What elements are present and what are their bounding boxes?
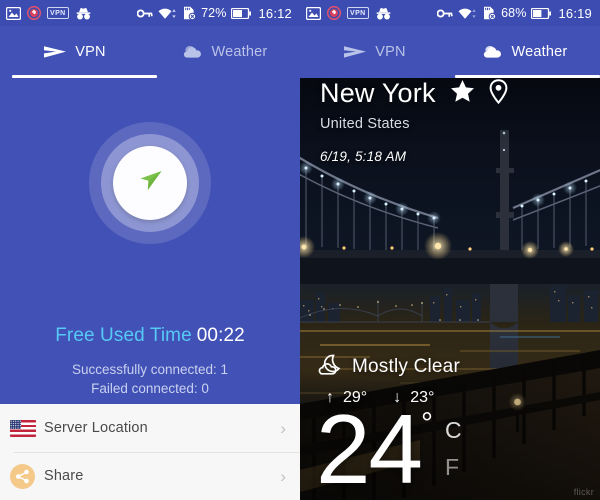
weather-summary: Mostly Clear ↑ 29° ↓ 23° 24 ° C F	[316, 354, 462, 500]
dial-ring-inner	[113, 146, 187, 220]
status-bar-left-icons: VPN	[6, 6, 92, 20]
vpn-badge-icon: VPN	[347, 6, 369, 20]
unit-toggle[interactable]: C F	[445, 418, 462, 479]
tab-bar-left: VPN Weather	[0, 26, 300, 78]
city-name-label: New York	[320, 78, 436, 108]
photo-icon	[306, 6, 321, 20]
us-flag-icon	[10, 419, 44, 437]
send-icon	[344, 44, 367, 60]
battery-percent-label: 68%	[501, 6, 527, 20]
photo-watermark: flickr	[573, 487, 594, 497]
current-temperature-value: 24	[316, 393, 423, 500]
map-pin-icon[interactable]	[489, 78, 508, 109]
tab-vpn[interactable]: VPN	[0, 26, 150, 78]
clock-label: 16:19	[558, 5, 592, 21]
menu-item-share-label: Share	[44, 468, 84, 484]
free-used-time: Free Used Time 00:22	[0, 325, 300, 347]
sdcard-error-icon	[482, 6, 497, 20]
country-label: United States	[320, 116, 410, 132]
incognito-icon	[375, 7, 392, 20]
weather-location-header: New York United States 6/19, 5:18 AM	[320, 78, 508, 164]
clock-label: 16:12	[258, 5, 292, 21]
unit-fahrenheit-option[interactable]: F	[445, 455, 462, 479]
share-icon	[10, 463, 44, 489]
battery-icon	[231, 7, 252, 19]
key-icon	[137, 8, 153, 19]
moon-cloud-icon	[316, 354, 343, 381]
dial-ring-mid	[101, 134, 199, 232]
send-icon	[135, 168, 165, 199]
send-icon	[44, 44, 67, 60]
battery-percent-label: 72%	[201, 6, 227, 20]
cloud-icon	[483, 45, 503, 59]
photo-icon	[6, 6, 21, 20]
tab-weather-label: Weather	[211, 44, 268, 60]
status-bar-right: VPN 68% 16:19	[300, 0, 600, 26]
status-bar-left-icons: VPN	[306, 6, 392, 20]
cloud-icon	[183, 45, 203, 59]
menu-item-server-location[interactable]: Server Location ›	[0, 404, 300, 452]
menu-item-server-location-label: Server Location	[44, 420, 148, 436]
tab-vpn-label: VPN	[375, 44, 406, 60]
record-icon	[27, 6, 41, 20]
condition-label: Mostly Clear	[352, 356, 460, 378]
failed-count-label: Failed connected: 0	[91, 381, 209, 396]
menu-item-share[interactable]: Share ›	[0, 452, 300, 500]
incognito-icon	[75, 7, 92, 20]
wifi-icon	[158, 7, 177, 20]
sdcard-error-icon	[182, 6, 197, 20]
status-bar-right-icons: 68% 16:19	[437, 6, 592, 21]
vpn-content: Free Used Time 00:22 Successfully connect…	[0, 78, 300, 500]
tab-vpn-label: VPN	[75, 44, 106, 60]
star-icon[interactable]	[450, 79, 475, 108]
datetime-label: 6/19, 5:18 AM	[320, 149, 407, 164]
dual-phone-screenshot: VPN 72% 16:12 VPN Weather Free Used Time…	[0, 0, 600, 500]
success-count-label: Successfully connected: 1	[71, 362, 229, 377]
vpn-connect-dial[interactable]	[0, 122, 300, 244]
weather-panel: VPN 68% 16:19 VPN Weather New York Unite…	[300, 0, 600, 500]
vpn-menu-list: Server Location › Share ›	[0, 404, 300, 500]
key-icon	[437, 8, 453, 19]
free-used-time-value: 00:22	[196, 325, 245, 346]
status-bar-left: VPN 72% 16:12	[0, 0, 300, 26]
tab-weather[interactable]: Weather	[150, 26, 300, 78]
degree-symbol: °	[421, 406, 434, 440]
tab-bar-right: VPN Weather	[300, 26, 600, 78]
unit-celsius-option[interactable]: C	[445, 418, 462, 442]
vpn-badge-icon: VPN	[47, 6, 69, 20]
tab-vpn[interactable]: VPN	[300, 26, 450, 78]
tab-weather-label: Weather	[511, 44, 568, 60]
chevron-right-icon: ›	[280, 466, 286, 486]
vpn-panel: VPN 72% 16:12 VPN Weather Free Used Time…	[0, 0, 300, 500]
tab-weather[interactable]: Weather	[450, 26, 600, 78]
condition-row: Mostly Clear	[316, 354, 462, 381]
current-temperature-row: 24 ° C F	[316, 393, 462, 500]
wifi-icon	[458, 7, 477, 20]
dial-ring-outer	[89, 122, 211, 244]
free-used-time-label: Free Used Time	[55, 325, 192, 346]
status-bar-right-icons: 72% 16:12	[137, 6, 292, 21]
battery-icon	[531, 7, 552, 19]
tab-active-underline	[455, 75, 600, 78]
chevron-right-icon: ›	[280, 418, 286, 438]
record-icon	[327, 6, 341, 20]
tab-active-underline	[12, 75, 157, 78]
city-row: New York	[320, 78, 508, 109]
